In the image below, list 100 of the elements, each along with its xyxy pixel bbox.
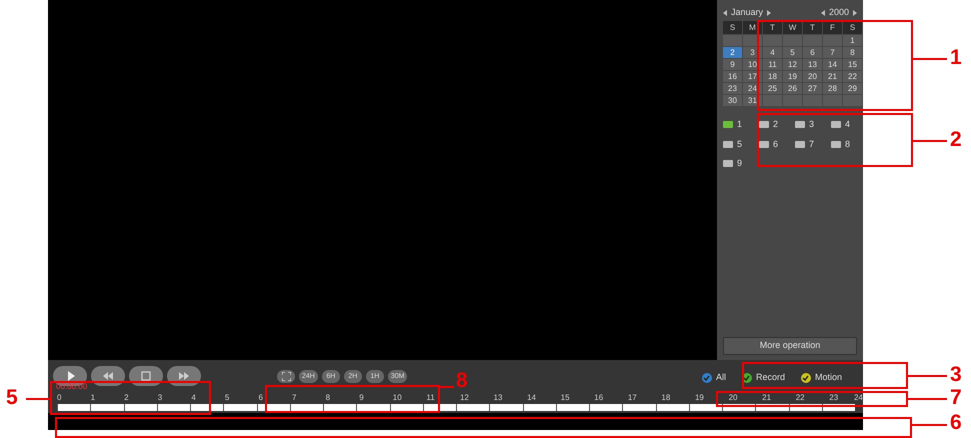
fast-forward-button[interactable] [167, 366, 201, 386]
next-month-icon[interactable] [767, 10, 772, 16]
weekday-label: S [843, 21, 862, 34]
calendar-day[interactable]: 23 [723, 83, 742, 94]
calendar-day[interactable]: 14 [823, 59, 842, 70]
callout-number: 1 [950, 47, 962, 68]
calendar-day[interactable]: 22 [843, 71, 862, 82]
hour-label: 7 [292, 393, 296, 402]
hour-label: 1 [90, 393, 96, 402]
hour-label: 8 [326, 393, 330, 402]
calendar-day[interactable]: 8 [843, 47, 862, 58]
callout-number: 6 [950, 412, 962, 433]
calendar-day[interactable]: 4 [763, 47, 782, 58]
calendar-day[interactable]: 21 [823, 71, 842, 82]
calendar-day[interactable]: 27 [803, 83, 822, 94]
calendar-day[interactable]: 12 [783, 59, 802, 70]
stop-button[interactable] [129, 366, 163, 386]
callout-number: 8 [456, 370, 468, 391]
calendar-day[interactable]: 19 [783, 71, 802, 82]
hour-label: 4 [191, 393, 196, 402]
hour-label: 5 [224, 393, 230, 402]
rewind-icon [102, 370, 114, 382]
leader-line [913, 58, 947, 60]
hour-label: 21 [762, 393, 772, 402]
calendar-day[interactable]: 25 [763, 83, 782, 94]
more-operation-button[interactable]: More operation [723, 337, 857, 355]
timeline-bar[interactable] [57, 404, 855, 411]
leader-line [908, 398, 947, 400]
leader-line [440, 386, 454, 388]
channel-checkbox[interactable] [723, 140, 733, 148]
hour-label: 22 [796, 393, 805, 402]
hour-label: 20 [728, 393, 738, 402]
corners-icon [282, 372, 290, 381]
calendar-day[interactable]: 5 [783, 47, 802, 58]
calendar-day[interactable]: 29 [843, 83, 862, 94]
hour-label: 19 [694, 393, 704, 402]
calendar-day[interactable]: 15 [843, 59, 862, 70]
hour-label: 14 [527, 393, 536, 402]
channel-checkbox[interactable] [759, 140, 769, 148]
hour-label: 11 [426, 393, 435, 402]
channel-checkbox[interactable] [723, 121, 733, 128]
hour-label: 2 [124, 393, 129, 402]
hour-label: 3 [158, 393, 162, 402]
calendar-day[interactable]: 1 [843, 35, 862, 46]
calendar-day[interactable]: 7 [823, 47, 842, 58]
channel-checkbox[interactable] [795, 140, 805, 148]
weekday-label: F [823, 21, 842, 34]
filter-label: Record [756, 371, 785, 384]
channel-label: 4 [845, 118, 850, 131]
calendar-day[interactable]: 13 [803, 59, 822, 70]
calendar-day[interactable]: 11 [763, 59, 782, 70]
hour-label: 9 [359, 393, 364, 402]
leader-line [912, 424, 947, 426]
previous-year-icon[interactable] [820, 10, 825, 16]
hour-label: 17 [628, 393, 637, 402]
next-year-icon[interactable] [853, 10, 857, 16]
calendar-day[interactable]: 9 [723, 59, 742, 70]
channel-checkbox[interactable] [831, 121, 841, 128]
channel-checkbox[interactable] [795, 121, 805, 128]
hour-label: 0 [57, 393, 62, 402]
hour-label: 23 [829, 393, 838, 404]
calendar-day[interactable]: 2 [723, 47, 742, 58]
channel-label: 5 [737, 138, 742, 150]
calendar-day[interactable]: 16 [723, 71, 742, 82]
channel-label: 8 [845, 138, 850, 150]
channel-label: 1 [737, 118, 742, 131]
hour-label: 24 [854, 393, 863, 404]
hour-label: 18 [661, 393, 670, 402]
hour-label: 6 [258, 393, 263, 402]
channel-checkbox[interactable] [723, 160, 733, 168]
callout-number: 7 [950, 387, 962, 408]
fit-view-button[interactable] [277, 370, 295, 383]
calendar-day[interactable]: 20 [803, 71, 822, 82]
calendar-day[interactable]: 18 [763, 71, 782, 82]
channel-checkbox[interactable] [831, 140, 841, 148]
channel-label: 6 [773, 138, 778, 150]
calendar-day[interactable]: 6 [803, 47, 822, 58]
calendar-day[interactable]: 30 [723, 95, 742, 106]
hour-label: 16 [594, 393, 604, 402]
rewind-button[interactable] [91, 366, 125, 386]
channel-label: 2 [773, 118, 778, 131]
channel-label: 7 [809, 138, 814, 150]
calendar-day[interactable]: 28 [823, 83, 842, 94]
filter-label: Motion [814, 371, 842, 384]
stop-icon [140, 370, 152, 382]
callout-number: 5 [6, 387, 18, 408]
filter-checkbox[interactable] [800, 372, 811, 383]
hour-label: 10 [392, 393, 402, 402]
weekday-label: T [803, 21, 822, 34]
channel-label: 9 [737, 157, 742, 170]
calendar-day[interactable]: 26 [783, 83, 802, 94]
leader-line [26, 398, 50, 400]
filter-checkbox[interactable] [702, 372, 712, 383]
fast-forward-icon [178, 370, 190, 382]
leader-line [913, 140, 947, 142]
previous-month-icon[interactable] [723, 10, 727, 16]
hour-label: 13 [494, 393, 502, 402]
year-label: 2000 [828, 6, 849, 20]
channel-checkbox[interactable] [759, 121, 769, 128]
weekday-label: T [763, 21, 782, 34]
